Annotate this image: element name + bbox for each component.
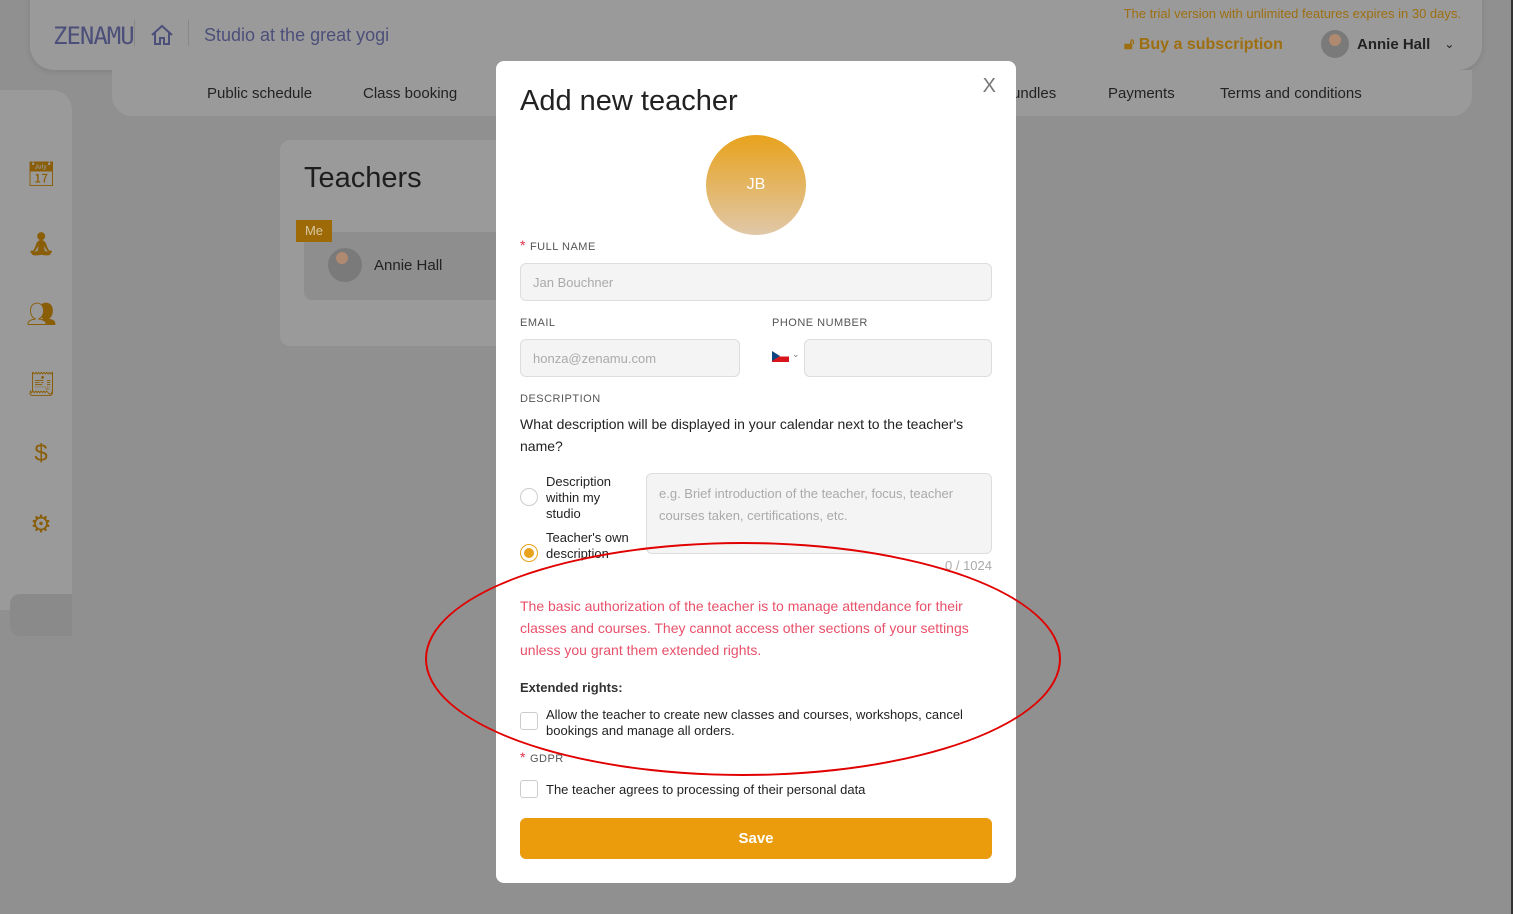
phone-input[interactable] bbox=[804, 339, 992, 377]
full-name-input[interactable]: Jan Bouchner bbox=[520, 263, 992, 301]
character-counter: 0 / 1024 bbox=[945, 558, 992, 573]
extended-rights-checkbox[interactable] bbox=[520, 712, 538, 730]
email-input[interactable]: honza@zenamu.com bbox=[520, 339, 740, 377]
radio-studio-description[interactable] bbox=[520, 488, 538, 506]
divider bbox=[188, 20, 189, 46]
phone-label: PHONE NUMBER bbox=[772, 317, 868, 329]
user-name: Annie Hall bbox=[1357, 35, 1431, 53]
extended-rights-text: Allow the teacher to create new classes … bbox=[546, 707, 963, 738]
email-label: EMAIL bbox=[520, 317, 556, 329]
add-teacher-dialog: X Add new teacher JB * FULL NAME Jan Bouc… bbox=[496, 61, 1016, 883]
avatar bbox=[328, 248, 362, 282]
nav-payments[interactable]: Payments bbox=[1108, 85, 1175, 102]
close-icon[interactable]: X bbox=[983, 75, 996, 98]
nav-class-booking[interactable]: Class booking bbox=[363, 85, 457, 102]
teacher-name: Annie Hall bbox=[374, 257, 443, 274]
gdpr-text: The teacher agrees to processing of thei… bbox=[546, 782, 866, 797]
users-icon[interactable]: 👥︎ bbox=[26, 300, 56, 330]
divider bbox=[134, 20, 135, 46]
calendar-icon[interactable]: 📅︎ bbox=[26, 160, 56, 190]
teacher-avatar[interactable]: JB bbox=[706, 135, 806, 235]
logo[interactable]: ZENAMU bbox=[53, 22, 135, 50]
save-button[interactable]: Save bbox=[520, 818, 992, 859]
description-label: DESCRIPTION bbox=[520, 393, 601, 405]
active-indicator bbox=[10, 594, 72, 636]
nav-terms[interactable]: Terms and conditions bbox=[1220, 85, 1362, 102]
czech-flag-icon[interactable] bbox=[772, 351, 789, 362]
yoga-icon[interactable]: 🧘︎ bbox=[26, 230, 56, 260]
extended-rights-label: Extended rights: bbox=[520, 680, 623, 695]
buy-subscription-link[interactable]: 🔓︎ Buy a subscription bbox=[1124, 36, 1283, 54]
gdpr-label: * GDPR bbox=[520, 749, 564, 765]
settings-icon[interactable]: ⚙ bbox=[26, 510, 56, 540]
chevron-down-icon: ⌄ bbox=[1444, 37, 1455, 51]
teacher-row[interactable]: Annie Hall bbox=[304, 232, 504, 300]
radio-own-description[interactable] bbox=[520, 544, 538, 562]
authorization-warning: The basic authorization of the teacher i… bbox=[520, 598, 969, 658]
buy-label: Buy a subscription bbox=[1138, 36, 1283, 53]
dialog-title: Add new teacher bbox=[520, 85, 738, 117]
description-question: What description will be displayed in yo… bbox=[520, 416, 964, 454]
full-name-label: * FULL NAME bbox=[520, 237, 596, 253]
receipt-icon[interactable]: 🧾︎ bbox=[26, 370, 56, 400]
studio-name: Studio at the great yogi bbox=[204, 25, 390, 45]
me-badge: Me bbox=[296, 220, 332, 242]
radio-studio-label: Description within my studio bbox=[546, 474, 612, 521]
trial-notice: The trial version with unlimited feature… bbox=[1123, 6, 1461, 21]
user-menu[interactable]: Annie Hall ⌄ bbox=[1321, 30, 1454, 58]
avatar bbox=[1321, 30, 1349, 58]
chevron-down-icon[interactable]: ⌄ bbox=[792, 349, 800, 360]
unlock-icon: 🔓︎ bbox=[1124, 36, 1139, 53]
radio-own-label: Teacher's own description bbox=[546, 530, 629, 561]
home-icon[interactable] bbox=[150, 24, 174, 46]
gdpr-checkbox[interactable] bbox=[520, 780, 538, 798]
description-textarea[interactable]: e.g. Brief introduction of the teacher, … bbox=[646, 473, 992, 554]
money-icon[interactable]: $ bbox=[26, 440, 56, 470]
nav-public-schedule[interactable]: Public schedule bbox=[207, 85, 312, 102]
sidebar: 📅︎ 🧘︎ 👥︎ 🧾︎ $ ⚙ bbox=[0, 90, 72, 636]
page-title: Teachers bbox=[304, 162, 422, 194]
